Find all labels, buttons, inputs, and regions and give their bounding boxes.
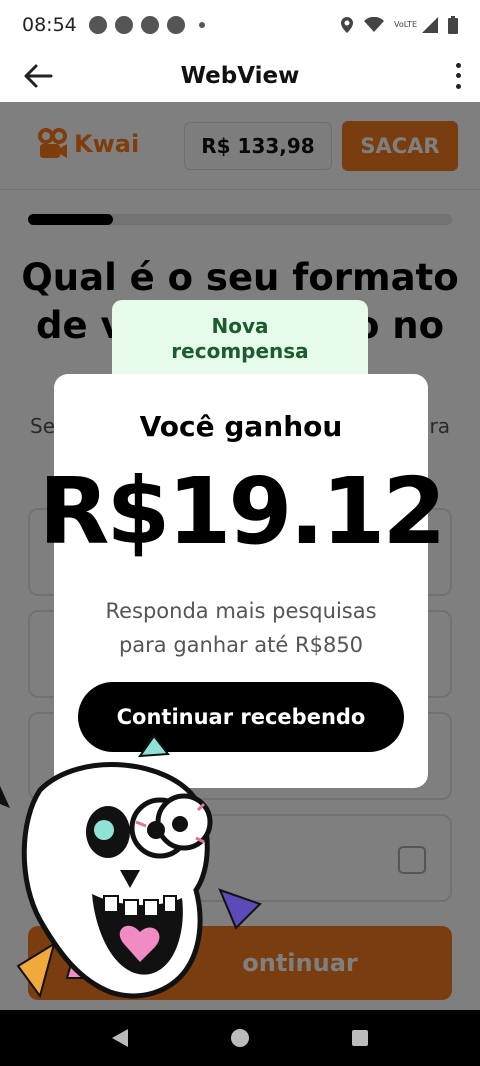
- signal-icon: [422, 17, 438, 33]
- messenger-icon: [114, 16, 133, 34]
- skull-sticker-icon: [21, 762, 213, 999]
- reward-amount: R$19.12: [38, 458, 447, 565]
- more-vert-icon: [455, 62, 461, 68]
- nav-home-button[interactable]: [220, 1018, 260, 1058]
- reward-description: Responda mais pesquisas para ganhar até …: [74, 594, 408, 662]
- volte-label: VoLTE: [394, 20, 418, 29]
- reward-description-line-2: para ganhar até R$850: [118, 633, 364, 657]
- more-notifications-dot-icon: [198, 22, 205, 28]
- new-reward-tab: Nova recompensa: [112, 300, 368, 384]
- nav-recent-button[interactable]: [340, 1018, 380, 1058]
- battery-icon: [448, 16, 458, 34]
- system-nav-bar: [0, 1010, 480, 1066]
- messenger-icon: [140, 16, 159, 34]
- new-reward-label-line-1: Nova: [211, 314, 269, 338]
- status-time: 08:54: [22, 14, 77, 36]
- nav-back-button[interactable]: [100, 1018, 140, 1058]
- location-icon: [341, 17, 353, 33]
- nav-home-icon: [231, 1029, 249, 1047]
- wifi-icon: [364, 17, 384, 32]
- reward-heading: Você ganhou: [139, 410, 343, 443]
- status-bar: 08:54 VoLTE: [0, 0, 480, 50]
- messenger-icon: [166, 16, 185, 34]
- back-arrow-icon: [24, 64, 53, 88]
- notification-icons: [88, 16, 205, 34]
- app-bar: WebView: [0, 50, 480, 102]
- reward-description-line-1: Responda mais pesquisas: [105, 599, 377, 623]
- reward-modal: Você ganhou R$19.12 Responda mais pesqui…: [39, 374, 446, 788]
- notification-icon: [88, 16, 107, 34]
- new-reward-label-line-2: recompensa: [171, 339, 309, 363]
- more-options-button[interactable]: [450, 60, 466, 92]
- system-icons: VoLTE: [340, 16, 458, 34]
- app-title: WebView: [180, 63, 300, 89]
- back-button[interactable]: [20, 58, 56, 94]
- nav-back-icon: [112, 1029, 128, 1047]
- nav-recent-icon: [352, 1030, 368, 1046]
